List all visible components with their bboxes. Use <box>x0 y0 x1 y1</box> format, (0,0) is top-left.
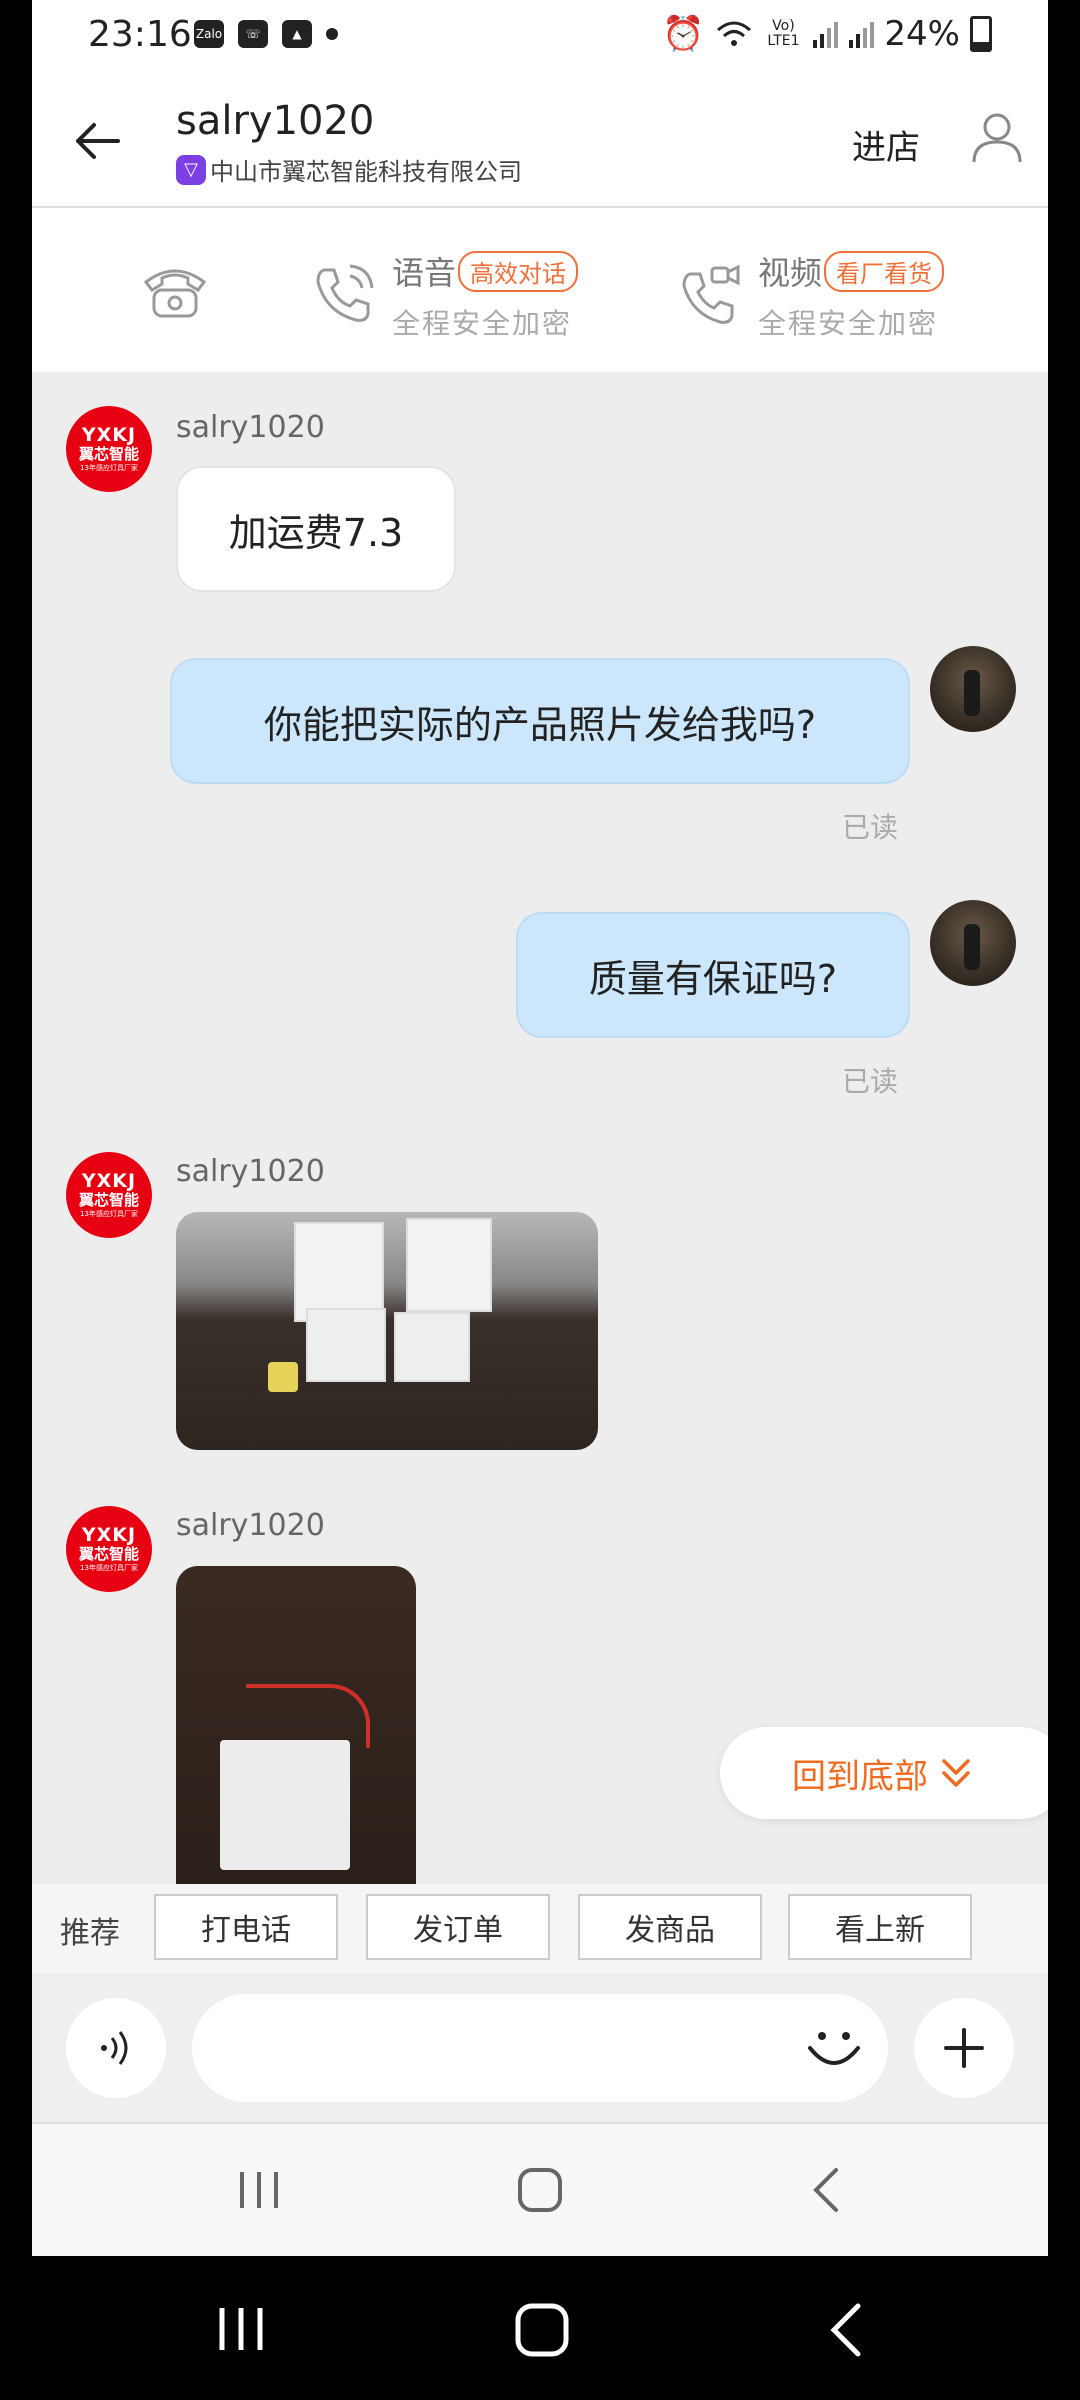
video-tag: 看厂看货 <box>824 250 945 292</box>
my-avatar[interactable] <box>930 646 1016 732</box>
my-avatar[interactable] <box>930 900 1016 986</box>
plus-icon <box>944 2028 984 2068</box>
quick-actions-bar: 推荐 打电话 发订单 发商品 看上新 <box>32 1884 1048 1974</box>
status-time: 23:16 <box>88 14 192 55</box>
view-new-button[interactable]: 看上新 <box>788 1894 972 1960</box>
message-bubble-incoming[interactable]: 加运费7.3 <box>176 466 456 592</box>
zalo-icon: Zalo <box>194 20 224 48</box>
product-photo-message[interactable] <box>176 1566 416 1884</box>
voice-call-icon <box>316 264 374 322</box>
missed-call-icon: ☏ <box>238 20 268 48</box>
quick-actions-label: 推荐 <box>60 1916 120 1951</box>
status-app-icons: Zalo ☏ ▲ <box>194 20 338 48</box>
app-navigation-bar <box>32 2124 1048 2256</box>
chevron-double-down-icon <box>942 1759 970 1787</box>
avatar-brand: YXKJ <box>81 1524 137 1546</box>
seller-avatar[interactable]: YXKJ 翼芯智能 13年感应灯具厂家 <box>66 1152 152 1238</box>
seller-avatar[interactable]: YXKJ 翼芯智能 13年感应灯具厂家 <box>66 1506 152 1592</box>
voice-wave-icon <box>101 2031 128 2065</box>
gallery-icon: ▲ <box>282 20 312 48</box>
wifi-icon <box>717 21 752 46</box>
battery-percent: 24% <box>884 14 960 54</box>
avatar-name: 翼芯智能 <box>78 1191 139 1209</box>
company-name: 中山市翼芯智能科技有限公司 <box>210 158 522 186</box>
message-sender: salry1020 <box>176 1154 325 1189</box>
notification-dot-icon <box>326 28 338 40</box>
back-arrow-icon[interactable] <box>72 116 122 166</box>
message-input[interactable] <box>192 1994 888 2102</box>
sensor-product <box>394 1312 470 1382</box>
alarm-icon: ⏰ <box>662 14 705 54</box>
message-bubble-outgoing[interactable]: 你能把实际的产品照片发给我吗? <box>170 658 910 784</box>
recent-apps-icon[interactable] <box>216 2304 266 2354</box>
battery-icon <box>970 16 992 52</box>
call-phone-button[interactable]: 打电话 <box>154 1894 338 1960</box>
back-icon[interactable] <box>826 2302 866 2358</box>
voice-call-button[interactable]: 语音 高效对话 全程安全加密 <box>310 248 579 342</box>
product-photo-message[interactable] <box>176 1212 598 1450</box>
voice-tag: 高效对话 <box>458 250 579 292</box>
status-bar: 23:16 Zalo ☏ ▲ ⏰ Vo) LTE1 24% <box>32 0 1048 72</box>
phone-screen: 23:16 Zalo ☏ ▲ ⏰ Vo) LTE1 24% salry1020 … <box>32 0 1048 2256</box>
product-box <box>294 1222 384 1322</box>
call-options-bar: 语音 高效对话 全程安全加密 视频 看厂看货 全程安全加密 <box>32 208 1048 372</box>
connector-parts <box>268 1362 298 1392</box>
voice-subtitle: 全程安全加密 <box>392 307 573 340</box>
back-to-bottom-label: 回到底部 <box>792 1756 928 1797</box>
avatar-brand: YXKJ <box>81 1170 137 1192</box>
avatar-name: 翼芯智能 <box>78 1545 139 1563</box>
chat-header: salry1020 ▽ 中山市翼芯智能科技有限公司 进店 <box>32 72 1048 208</box>
company-line[interactable]: ▽ 中山市翼芯智能科技有限公司 <box>176 152 522 187</box>
user-profile-icon[interactable] <box>970 110 1024 164</box>
product-box <box>406 1218 492 1312</box>
back-icon[interactable] <box>808 2166 844 2214</box>
send-product-button[interactable]: 发商品 <box>578 1894 762 1960</box>
avatar-name: 翼芯智能 <box>78 445 139 463</box>
signal-icon-2 <box>849 22 875 48</box>
emoji-icon[interactable] <box>802 2014 866 2078</box>
message-sender: salry1020 <box>176 410 325 445</box>
back-to-bottom-button[interactable]: 回到底部 <box>720 1727 1048 1819</box>
home-icon[interactable] <box>514 2302 570 2358</box>
read-receipt: 已读 <box>842 1065 899 1098</box>
recent-apps-icon[interactable] <box>236 2168 282 2212</box>
avatar-slogan: 13年感应灯具厂家 <box>80 1564 138 1572</box>
video-subtitle: 全程安全加密 <box>758 307 939 340</box>
enter-shop-button[interactable]: 进店 <box>852 120 920 169</box>
more-options-button[interactable] <box>914 1998 1014 2098</box>
home-icon[interactable] <box>516 2166 564 2214</box>
video-call-icon <box>682 264 740 324</box>
chat-title: salry1020 <box>176 98 375 144</box>
sensor-product <box>306 1308 386 1382</box>
video-title: 视频 <box>758 254 823 292</box>
sensor-plate <box>220 1740 350 1870</box>
avatar-slogan: 13年感应灯具厂家 <box>80 1210 138 1218</box>
avatar-slogan: 13年感应灯具厂家 <box>80 464 138 472</box>
voice-title: 语音 <box>392 254 457 292</box>
send-order-button[interactable]: 发订单 <box>366 1894 550 1960</box>
red-wire <box>246 1684 370 1748</box>
video-call-button[interactable]: 视频 看厂看货 全程安全加密 <box>676 248 945 342</box>
status-right: ⏰ Vo) LTE1 24% <box>662 14 992 54</box>
message-bubble-outgoing[interactable]: 质量有保证吗? <box>516 912 910 1038</box>
telephone-icon[interactable] <box>140 258 210 320</box>
verified-badge-icon: ▽ <box>176 154 206 185</box>
message-sender: salry1020 <box>176 1508 325 1543</box>
avatar-brand: YXKJ <box>81 424 137 446</box>
voice-input-button[interactable] <box>66 1998 166 2098</box>
system-navigation-bar <box>0 2256 1080 2400</box>
message-input-bar <box>32 1974 1048 2124</box>
read-receipt: 已读 <box>842 811 899 844</box>
signal-icon-1 <box>813 22 839 48</box>
lte-indicator: Vo) LTE1 <box>767 18 800 49</box>
seller-avatar[interactable]: YXKJ 翼芯智能 13年感应灯具厂家 <box>66 406 152 492</box>
